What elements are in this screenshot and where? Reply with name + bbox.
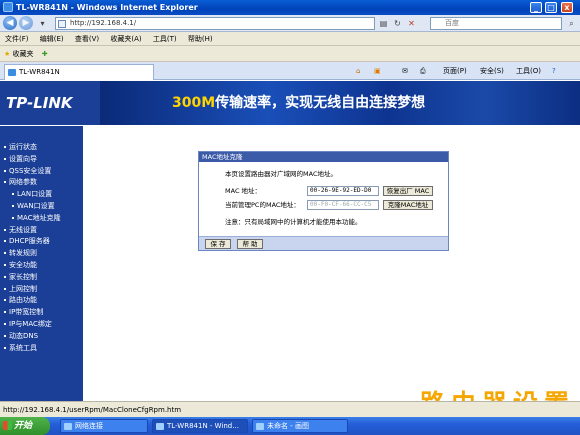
taskbar: 开始 网络连接 TL-WR841N - Wind... 未命名 - 画图 — [0, 417, 580, 435]
router-sidebar: 运行状态 设置向导 QSS安全设置 网络参数 LAN口设置 WAN口设置 MAC… — [0, 126, 83, 401]
browser-tab[interactable]: TL-WR841N — [4, 64, 154, 80]
forward-icon[interactable]: ▶ — [19, 16, 33, 30]
sidebar-item-access-control[interactable]: 上网控制 — [0, 284, 83, 296]
sidebar-item-lan[interactable]: LAN口设置 — [0, 189, 83, 201]
taskbar-item-network[interactable]: 网络连接 — [60, 419, 148, 433]
search-icon[interactable]: ⌕ — [566, 18, 577, 29]
sidebar-item-forwarding[interactable]: 转发规则 — [0, 248, 83, 260]
pc-mac-input: 00-F0-CF-66-CC-C5 — [307, 200, 379, 210]
tools-menu[interactable]: 工具(O) — [516, 66, 541, 77]
menu-file[interactable]: 文件(F) — [5, 35, 29, 43]
sidebar-item-wan[interactable]: WAN口设置 — [0, 201, 83, 213]
panel-intro: 本页设置路由器对广域网的MAC地址。 — [225, 170, 337, 178]
panel-footer: 保 存 帮 助 — [199, 236, 448, 250]
page-icon — [58, 20, 66, 28]
menu-bar: 文件(F) 编辑(E) 查看(V) 收藏夹(A) 工具(T) 帮助(H) — [0, 32, 580, 46]
favorites-star-icon[interactable]: ★ — [4, 50, 10, 58]
maximize-button[interactable]: □ — [545, 2, 557, 13]
menu-help[interactable]: 帮助(H) — [188, 35, 213, 43]
network-icon — [64, 423, 72, 430]
sidebar-item-mac-clone[interactable]: MAC地址克隆 — [0, 213, 83, 225]
menu-view[interactable]: 查看(V) — [75, 35, 99, 43]
compat-view-icon[interactable]: ▤ — [378, 18, 389, 29]
sidebar-item-bandwidth[interactable]: IP带宽控制 — [0, 307, 83, 319]
sidebar-item-qss[interactable]: QSS安全设置 — [0, 166, 83, 178]
taskbar-item-browser[interactable]: TL-WR841N - Wind... — [152, 419, 248, 433]
search-placeholder: 百度 — [445, 19, 459, 27]
tab-bar: TL-WR841N ⌂ ▣ ✉ ⎙ 页面(P) 安全(S) 工具(O) ? — [0, 62, 580, 80]
start-button[interactable]: 开始 — [0, 417, 50, 435]
sidebar-item-parental[interactable]: 家长控制 — [0, 272, 83, 284]
panel-title: MAC地址克隆 — [199, 152, 448, 162]
mac-clone-panel: MAC地址克隆 本页设置路由器对广域网的MAC地址。 MAC 地址： 00-26… — [198, 151, 449, 251]
favorites-label[interactable]: 收藏夹 — [13, 50, 34, 58]
ie-icon — [3, 2, 13, 12]
router-banner: TP-LINK 300M传输速率，实现无线自由连接梦想 — [0, 81, 580, 125]
sidebar-item-status[interactable]: 运行状态 — [0, 142, 83, 154]
help-button[interactable]: 帮 助 — [237, 239, 263, 249]
menu-tools[interactable]: 工具(T) — [153, 35, 177, 43]
status-bar: http://192.168.4.1/userRpm/MacCloneCfgRp… — [0, 401, 580, 417]
page-menu[interactable]: 页面(P) — [443, 66, 467, 77]
stop-icon[interactable]: ✕ — [406, 18, 417, 29]
print-icon[interactable]: ⎙ — [420, 66, 426, 77]
minimize-button[interactable]: _ — [530, 2, 542, 13]
sidebar-item-routing[interactable]: 路由功能 — [0, 295, 83, 307]
window-title-bar: TL-WR841N - Windows Internet Explorer _ … — [0, 0, 580, 15]
history-dropdown-icon[interactable]: ▾ — [37, 18, 48, 29]
address-toolbar: ◀ ▶ ▾ http://192.168.4.1/ ▤ ↻ ✕ 百度 ⌕ — [0, 15, 580, 32]
start-label: 开始 — [14, 421, 33, 431]
help-icon[interactable]: ? — [552, 66, 556, 77]
feeds-icon[interactable]: ▣ — [374, 66, 381, 77]
taskbar-item-paint[interactable]: 未命名 - 画图 — [252, 419, 348, 433]
pc-mac-label: 当前管理PC的MAC地址： — [225, 201, 300, 209]
sidebar-item-network[interactable]: 网络参数 — [0, 177, 83, 189]
clone-mac-button[interactable]: 克隆MAC地址 — [383, 200, 433, 210]
refresh-icon[interactable]: ↻ — [392, 18, 403, 29]
sidebar-item-system-tools[interactable]: 系统工具 — [0, 343, 83, 355]
mail-icon[interactable]: ✉ — [402, 66, 408, 77]
panel-note: 注意：只有局域网中的计算机才能使用本功能。 — [225, 218, 362, 226]
mac-address-label: MAC 地址： — [225, 187, 262, 195]
sidebar-item-ip-mac-binding[interactable]: IP与MAC绑定 — [0, 319, 83, 331]
tab-page-icon — [8, 69, 16, 76]
safety-menu[interactable]: 安全(S) — [480, 66, 504, 77]
home-icon[interactable]: ⌂ — [356, 66, 360, 77]
tab-title: TL-WR841N — [19, 68, 60, 76]
sidebar-item-wireless[interactable]: 无线设置 — [0, 225, 83, 237]
slogan-text: 传输速率，实现无线自由连接梦想 — [215, 95, 426, 111]
search-input[interactable]: 百度 — [430, 17, 562, 30]
save-button[interactable]: 保 存 — [205, 239, 231, 249]
windows-flag-icon — [3, 421, 12, 430]
close-button[interactable]: x — [561, 2, 573, 13]
menu-edit[interactable]: 编辑(E) — [40, 35, 64, 43]
restore-mac-button[interactable]: 恢复出厂 MAC — [383, 186, 433, 196]
status-url: http://192.168.4.1/userRpm/MacCloneCfgRp… — [3, 406, 182, 414]
menu-favorites[interactable]: 收藏夹(A) — [110, 35, 141, 43]
window-title: TL-WR841N - Windows Internet Explorer — [16, 3, 198, 12]
sidebar-item-security[interactable]: 安全功能 — [0, 260, 83, 272]
tplink-logo: TP-LINK — [0, 81, 100, 125]
ie-taskbar-icon — [156, 423, 164, 430]
add-favorite-icon[interactable]: ✚ — [42, 50, 48, 58]
sidebar-item-ddns[interactable]: 动态DNS — [0, 331, 83, 343]
sidebar-item-wizard[interactable]: 设置向导 — [0, 154, 83, 166]
address-input[interactable]: http://192.168.4.1/ — [55, 17, 375, 30]
banner-slogan: 300M传输速率，实现无线自由连接梦想 — [172, 92, 425, 112]
address-url: http://192.168.4.1/ — [70, 19, 137, 27]
paint-icon — [256, 423, 264, 430]
mac-address-input[interactable]: 00-26-9E-92-ED-D0 — [307, 186, 379, 196]
back-icon[interactable]: ◀ — [3, 16, 17, 30]
sidebar-item-dhcp[interactable]: DHCP服务器 — [0, 236, 83, 248]
favorites-bar: ★ 收藏夹 ✚ — [0, 46, 580, 62]
slogan-speed: 300M — [172, 95, 216, 111]
